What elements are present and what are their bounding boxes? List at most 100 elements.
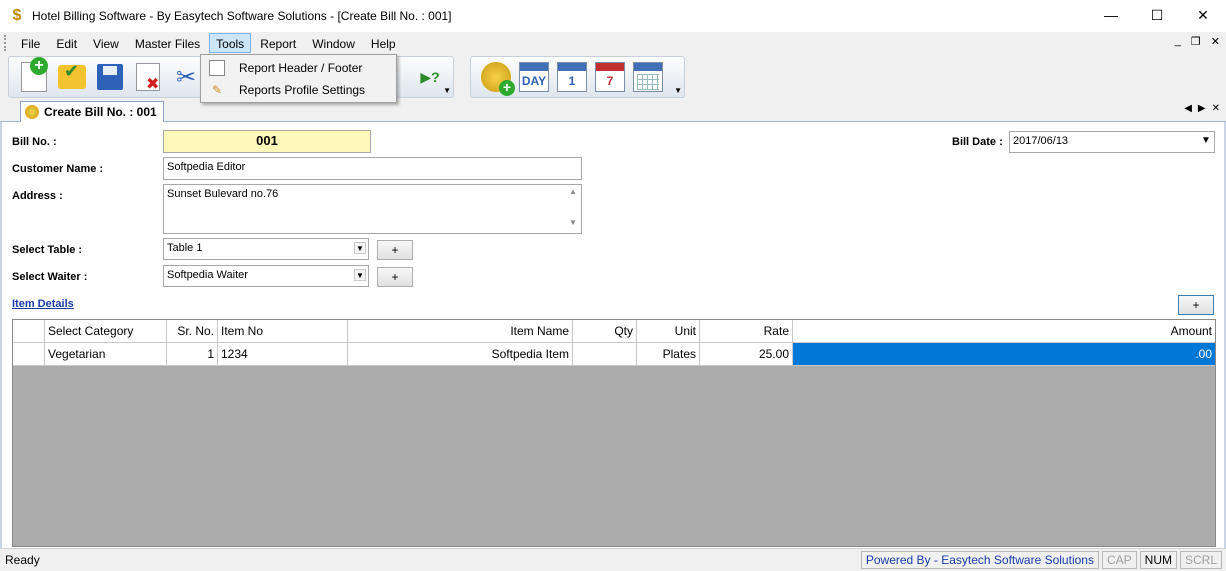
table-select[interactable]: Table 1 ▼: [163, 238, 369, 260]
tab-prev-button[interactable]: ◀: [1184, 103, 1192, 114]
menu-view[interactable]: View: [86, 33, 126, 53]
grid-header-row: Select Category Sr. No. Item No Item Nam…: [13, 320, 1215, 343]
menu-report[interactable]: Report: [253, 33, 303, 53]
bill-date-picker[interactable]: 2017/06/13 ▼: [1009, 131, 1215, 153]
new-bill-button[interactable]: [17, 57, 51, 94]
weekly-calendar-button[interactable]: 7: [593, 60, 627, 94]
delete-button[interactable]: [131, 60, 165, 94]
cell-amount[interactable]: .00: [793, 343, 1215, 366]
save-button[interactable]: [93, 60, 127, 94]
window-controls: — ☐ ✕: [1088, 0, 1226, 30]
save-disk-icon: [97, 64, 123, 90]
waiter-select-value: Softpedia Waiter: [167, 269, 248, 281]
monthly-calendar-button[interactable]: [631, 60, 665, 94]
coin-icon: [25, 105, 39, 119]
calendar-one-icon: 1: [557, 62, 587, 92]
scroll-down-icon: ▼: [569, 218, 577, 227]
title-bar: $ Hotel Billing Software - By Easytech S…: [0, 0, 1226, 32]
address-field[interactable]: Sunset Bulevard no.76 ▲ ▼: [163, 184, 582, 234]
grid-header-unit[interactable]: Unit: [637, 320, 700, 343]
window-title: Hotel Billing Software - By Easytech Sof…: [32, 9, 452, 23]
grid-header-sr-no[interactable]: Sr. No.: [167, 320, 218, 343]
toolbar-group-reports: DAY 1 7 ▼: [470, 56, 685, 98]
folder-check-icon: [58, 61, 86, 89]
waiter-select[interactable]: Softpedia Waiter ▼: [163, 265, 369, 287]
add-payment-button[interactable]: [479, 60, 515, 96]
grid-header-item-no[interactable]: Item No: [218, 320, 348, 343]
new-document-icon: [21, 57, 48, 92]
menu-item-report-header-footer[interactable]: Report Header / Footer: [201, 57, 396, 79]
tab-label: Create Bill No. : 001: [44, 105, 157, 119]
minimize-button[interactable]: —: [1088, 0, 1134, 30]
menu-edit[interactable]: Edit: [49, 33, 84, 53]
tab-next-button[interactable]: ▶: [1198, 103, 1206, 114]
chevron-down-icon[interactable]: ▼: [354, 242, 366, 254]
cut-button[interactable]: ✂: [169, 60, 203, 94]
calendar-day-icon: DAY: [519, 62, 549, 92]
menu-tools[interactable]: Tools: [209, 33, 252, 53]
scissors-icon: ✂: [175, 63, 197, 91]
pencil-icon: ✎: [211, 83, 223, 97]
status-panes: Powered By - Easytech Software Solutions…: [860, 551, 1222, 569]
grid-header-rate[interactable]: Rate: [700, 320, 793, 343]
help-button[interactable]: ▶?: [413, 60, 447, 94]
status-bar: Ready Powered By - Easytech Software Sol…: [0, 548, 1226, 571]
cell-sr-no[interactable]: 1: [167, 343, 218, 366]
cell-qty[interactable]: [573, 343, 637, 366]
mdi-restore-button[interactable]: ❐: [1191, 35, 1201, 48]
add-table-button[interactable]: +: [377, 240, 413, 260]
status-text: Ready: [5, 553, 40, 567]
scroll-up-icon: ▲: [569, 187, 577, 196]
cell-item-name[interactable]: Softpedia Item: [348, 343, 573, 366]
menu-bar: File Edit View Master Files Tools Report…: [0, 32, 1226, 54]
open-bill-button[interactable]: [55, 60, 89, 94]
menu-master-files[interactable]: Master Files: [128, 33, 207, 53]
bill-no-field[interactable]: 001: [163, 130, 371, 153]
grid-header-amount[interactable]: Amount: [793, 320, 1215, 343]
add-waiter-button[interactable]: +: [377, 267, 413, 287]
day-report-button[interactable]: DAY: [517, 60, 551, 94]
mdi-close-button[interactable]: ✕: [1211, 35, 1220, 48]
row-selector[interactable]: [13, 343, 45, 366]
grid-header-item-name[interactable]: Item Name: [348, 320, 573, 343]
mdi-minimize-button[interactable]: _: [1175, 35, 1181, 48]
customer-name-label: Customer Name :: [12, 163, 104, 175]
grid-header-category[interactable]: Select Category: [45, 320, 167, 343]
chevron-down-icon[interactable]: ▼: [1200, 135, 1212, 147]
calendar-seven-icon: 7: [595, 62, 625, 92]
tab-navigation: ◀ ▶ ✕: [1184, 103, 1220, 114]
bill-date-value: 2017/06/13: [1013, 135, 1069, 147]
menu-window[interactable]: Window: [305, 33, 362, 53]
customer-name-field[interactable]: Softpedia Editor: [163, 157, 582, 180]
table-select-value: Table 1: [167, 242, 203, 254]
item-details-link[interactable]: Item Details: [12, 298, 74, 310]
chevron-down-icon[interactable]: ▼: [354, 269, 366, 281]
calendar-month-icon: [633, 62, 663, 92]
bill-no-label: Bill No. :: [12, 136, 57, 148]
tab-close-button[interactable]: ✕: [1212, 103, 1220, 114]
address-label: Address :: [12, 190, 63, 202]
toolbar-overflow-icon[interactable]: ▼: [674, 86, 682, 95]
menu-help[interactable]: Help: [364, 33, 403, 53]
grid-header-qty[interactable]: Qty: [573, 320, 637, 343]
daily-calendar-button[interactable]: 1: [555, 60, 589, 94]
grid-header-selector: [13, 320, 45, 343]
address-scrollbar[interactable]: ▲ ▼: [567, 187, 579, 227]
toolbar: ✂ ▶? ▼ DAY 1 7 ▼: [0, 54, 1226, 100]
address-value: Sunset Bulevard no.76: [167, 188, 279, 200]
cell-category[interactable]: Vegetarian: [45, 343, 167, 366]
cell-item-no[interactable]: 1234: [218, 343, 348, 366]
menu-item-reports-profile-settings[interactable]: ✎ Reports Profile Settings: [201, 79, 396, 101]
toolbar-overflow-icon[interactable]: ▼: [443, 86, 451, 95]
items-grid: Select Category Sr. No. Item No Item Nam…: [12, 319, 1216, 547]
menu-file[interactable]: File: [14, 33, 47, 53]
cell-unit[interactable]: Plates: [637, 343, 700, 366]
mdi-controls: _ ❐ ✕: [1175, 35, 1220, 48]
tab-create-bill[interactable]: Create Bill No. : 001: [20, 101, 164, 122]
table-row[interactable]: Vegetarian 1 1234 Softpedia Item Plates …: [13, 343, 1215, 366]
add-item-button[interactable]: +: [1178, 295, 1214, 315]
maximize-button[interactable]: ☐: [1134, 0, 1180, 30]
cell-rate[interactable]: 25.00: [700, 343, 793, 366]
close-button[interactable]: ✕: [1180, 0, 1226, 30]
select-table-label: Select Table :: [12, 244, 83, 256]
